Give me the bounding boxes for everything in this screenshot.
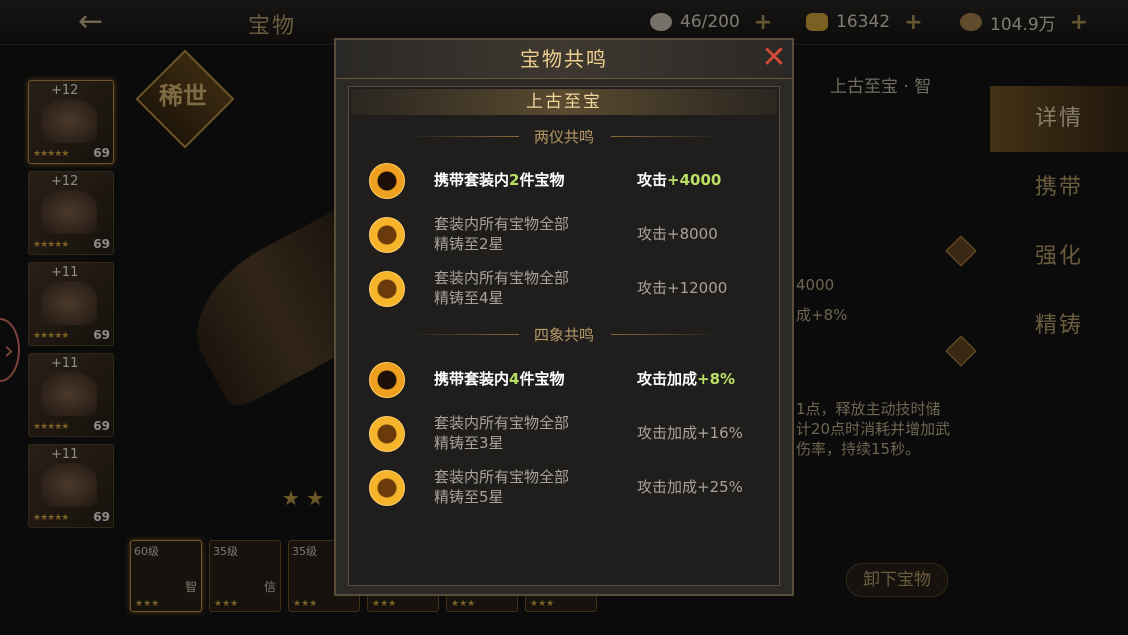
resonance-row: 携带套装内2件宝物 攻击+4000 <box>349 155 779 205</box>
taiji-icon <box>369 271 405 307</box>
effect-text: 攻击+4000 <box>637 171 722 189</box>
section-header: 两仪共鸣 <box>349 125 779 149</box>
effect-text: 攻击加成+25% <box>637 478 743 496</box>
condition-text: 套装内所有宝物全部 精铸至2星 <box>434 215 570 253</box>
effect-text: 攻击加成+8% <box>637 370 736 388</box>
resonance-row: 套装内所有宝物全部 精铸至3星 攻击加成+16% <box>349 408 779 458</box>
set-name: 上古至宝 <box>526 92 602 112</box>
taiji-icon <box>369 362 405 398</box>
divider <box>611 136 721 137</box>
divider <box>611 334 721 335</box>
effect-text: 攻击加成+16% <box>637 424 743 442</box>
set-banner: 上古至宝 <box>351 89 777 115</box>
condition-text: 套装内所有宝物全部 精铸至5星 <box>434 468 570 506</box>
condition-text: 套装内所有宝物全部 精铸至3星 <box>434 414 570 452</box>
resonance-row: 套装内所有宝物全部 精铸至2星 攻击+8000 <box>349 209 779 259</box>
condition-text: 携带套装内4件宝物 <box>434 370 565 388</box>
resonance-dialog: 宝物共鸣 ✕ 上古至宝 两仪共鸣 携带套装内2件宝物 攻击+4000 套装内所有… <box>334 38 794 596</box>
condition-text: 携带套装内2件宝物 <box>434 171 565 189</box>
resonance-panel: 上古至宝 两仪共鸣 携带套装内2件宝物 攻击+4000 套装内所有宝物全部 精铸… <box>348 86 780 586</box>
taiji-icon <box>369 416 405 452</box>
dialog-title: 宝物共鸣 <box>520 47 608 71</box>
close-icon[interactable]: ✕ <box>758 42 790 74</box>
taiji-icon <box>369 163 405 199</box>
resonance-row: 携带套装内4件宝物 攻击加成+8% <box>349 354 779 404</box>
taiji-icon <box>369 217 405 253</box>
resonance-row: 套装内所有宝物全部 精铸至4星 攻击+12000 <box>349 263 779 313</box>
divider <box>409 136 519 137</box>
section-title: 四象共鸣 <box>533 326 594 344</box>
section-title: 两仪共鸣 <box>533 128 594 146</box>
taiji-icon <box>369 470 405 506</box>
condition-text: 套装内所有宝物全部 精铸至4星 <box>434 269 570 307</box>
effect-text: 攻击+12000 <box>637 279 728 297</box>
resonance-row: 套装内所有宝物全部 精铸至5星 攻击加成+25% <box>349 462 779 512</box>
divider <box>409 334 519 335</box>
section-header: 四象共鸣 <box>349 323 779 347</box>
effect-text: 攻击+8000 <box>637 225 718 243</box>
